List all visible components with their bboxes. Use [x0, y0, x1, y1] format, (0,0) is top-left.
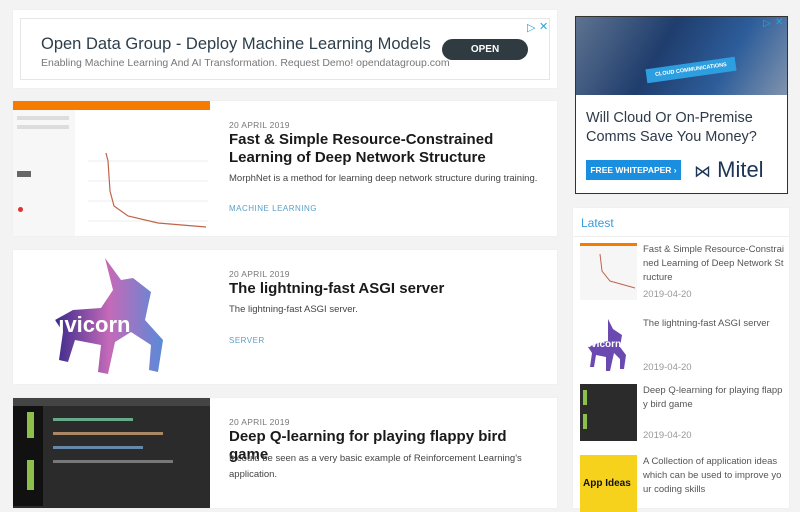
latest-item-title[interactable]: Fast & Simple Resource-Constrained Learn…: [643, 243, 785, 285]
divider: [573, 236, 789, 237]
app-ideas-thumbnail[interactable]: App Ideas: [580, 455, 637, 512]
post-date: 20 APRIL 2019: [229, 269, 290, 279]
post-card: uvicorn 20 APRIL 2019 The lightning-fast…: [13, 250, 557, 384]
post-tag[interactable]: MACHINE LEARNING: [229, 204, 317, 213]
adchoices-icon[interactable]: ▷: [763, 18, 771, 29]
post-date: 20 APRIL 2019: [229, 417, 290, 427]
post-date: 20 APRIL 2019: [229, 120, 290, 130]
close-icon[interactable]: ✕: [775, 17, 783, 28]
code-editor-thumbnail[interactable]: [13, 398, 210, 508]
mitel-bowtie-icon: ⋈: [694, 162, 711, 181]
mitel-logo: ⋈ Mitel: [694, 157, 764, 182]
adchoices-icon[interactable]: ▷: [527, 21, 535, 34]
post-tag[interactable]: SERVER: [229, 336, 265, 345]
uvicorn-logo-thumbnail[interactable]: uvicorn: [13, 250, 210, 384]
uvicorn-logo-thumbnail[interactable]: uvicorn: [580, 317, 637, 374]
ad-open-button[interactable]: OPEN: [442, 39, 528, 60]
latest-item-title[interactable]: A Collection of application ideas which …: [643, 455, 785, 497]
latest-heading: Latest: [581, 216, 614, 230]
free-whitepaper-button[interactable]: FREE WHITEPAPER ›: [586, 160, 681, 180]
post-card: 20 APRIL 2019 Deep Q-learning for playin…: [13, 398, 557, 508]
close-icon[interactable]: ✕: [539, 20, 548, 33]
post-description: It could be seen as a very basic example…: [229, 453, 522, 480]
latest-item-date: 2019-04-20: [643, 289, 692, 300]
latest-item-date: 2019-04-20: [643, 362, 692, 373]
ad-frame: ▷ ✕ Open Data Group - Deploy Machine Lea…: [20, 18, 550, 80]
ad-subtitle: Enabling Machine Learning And AI Transfo…: [41, 57, 450, 69]
tensorboard-thumbnail[interactable]: [580, 243, 637, 300]
post-description: MorphNet is a method for learning deep n…: [229, 173, 538, 184]
uvicorn-logo-text: uvicorn: [51, 312, 131, 337]
ad-image: CLOUD COMMUNICATIONS: [576, 17, 787, 95]
tensorboard-thumbnail[interactable]: [13, 101, 210, 236]
ad-title[interactable]: Open Data Group - Deploy Machine Learnin…: [41, 35, 431, 54]
latest-item-title[interactable]: Deep Q-learning for playing flappy bird …: [643, 384, 785, 412]
latest-panel: Latest Fast & Simple Resource-Constraine…: [573, 208, 789, 512]
side-ad-banner[interactable]: CLOUD COMMUNICATIONS ▷ ✕ Will Cloud Or O…: [575, 16, 788, 194]
code-editor-thumbnail[interactable]: [580, 384, 637, 441]
post-card: 20 APRIL 2019 Fast & Simple Resource-Con…: [13, 101, 557, 236]
post-title[interactable]: Fast & Simple Resource-Constrained Learn…: [229, 131, 529, 167]
ad-headline[interactable]: Will Cloud Or On-Premise Comms Save You …: [586, 109, 786, 147]
post-title[interactable]: The lightning-fast ASGI server: [229, 280, 529, 298]
latest-item-date: 2019-04-20: [643, 430, 692, 441]
post-description: The lightning-fast ASGI server.: [229, 304, 358, 315]
latest-item-title[interactable]: The lightning-fast ASGI server: [643, 317, 785, 331]
top-ad-banner[interactable]: ▷ ✕ Open Data Group - Deploy Machine Lea…: [13, 10, 557, 88]
loss-curve-icon: [88, 152, 208, 228]
